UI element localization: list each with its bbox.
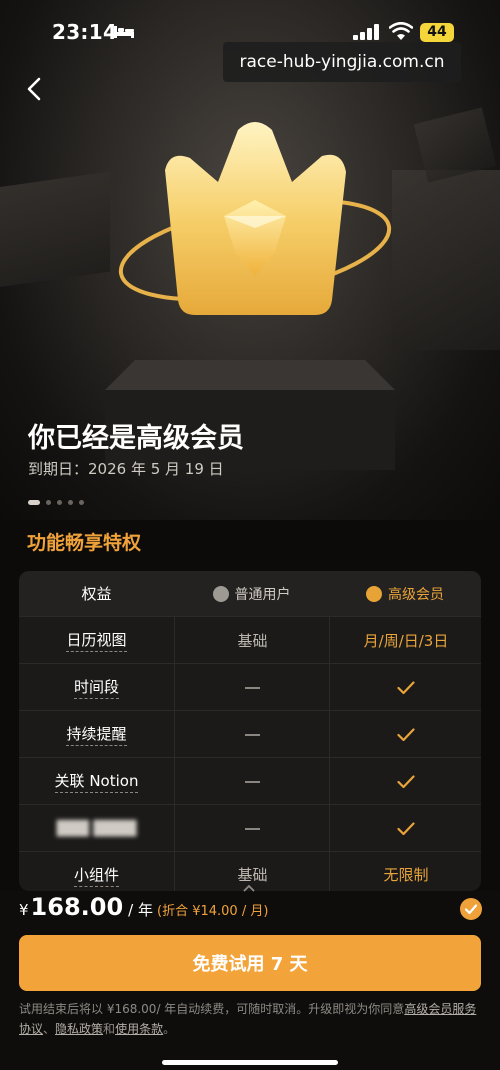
terms-of-use-link[interactable]: 使用条款 xyxy=(115,1022,163,1036)
free-cell xyxy=(174,664,330,711)
expire-date: 到期日：2026 年 5 月 19 日 xyxy=(28,460,224,478)
watermark-label: race-hub-yingjia.com.cn xyxy=(223,42,461,82)
feature-label-blurred[interactable]: ███ ████ xyxy=(57,821,137,837)
price-unit: / 年 xyxy=(128,901,153,919)
carousel-dot[interactable] xyxy=(57,500,62,505)
carousel-dot[interactable] xyxy=(79,500,84,505)
crown-icon xyxy=(118,122,392,315)
wifi-icon xyxy=(389,22,413,40)
premium-cell xyxy=(329,805,481,852)
crown-icon xyxy=(366,585,382,602)
header-feature-label: 权益 xyxy=(81,585,112,603)
signal-icon xyxy=(353,24,379,40)
terms-body: 试用结束后将以 ¥168.00/ 年自动续费，可随时取消。升级即视为你同意 xyxy=(19,1002,405,1016)
price-monthly-note: (折合 ¥14.00 / 月) xyxy=(157,904,269,919)
battery-indicator: 44 xyxy=(420,23,454,42)
feature-cell: 持续提醒 xyxy=(19,711,174,758)
free-cell: 基础 xyxy=(174,617,330,664)
chevron-up-icon[interactable] xyxy=(243,884,255,892)
price-amount: 168.00 xyxy=(30,893,124,921)
check-icon xyxy=(397,727,415,741)
free-cell xyxy=(174,805,330,852)
free-value: 基础 xyxy=(237,632,268,650)
crown-icon xyxy=(212,585,229,602)
back-arrow-icon[interactable] xyxy=(22,74,48,104)
dash-icon xyxy=(245,733,260,736)
table-row: 持续提醒 xyxy=(19,710,481,758)
free-cell xyxy=(174,758,330,805)
terms-end: 。 xyxy=(163,1022,176,1036)
price-currency: ¥ xyxy=(19,901,29,919)
table-row: ███ ████ xyxy=(19,804,481,852)
dash-icon xyxy=(245,827,260,830)
premium-cell: 月/周/日/3日 xyxy=(329,617,481,664)
table-row: 关联 Notion xyxy=(19,757,481,805)
header-premium: 高级会员 xyxy=(329,571,481,616)
feature-cell: 小组件 xyxy=(19,852,174,891)
free-value: 基础 xyxy=(237,866,268,884)
check-icon xyxy=(397,680,415,694)
carousel-dot[interactable] xyxy=(68,500,73,505)
page-title: 你已经是高级会员 xyxy=(28,423,244,454)
premium-cell xyxy=(329,758,481,805)
feature-cell: ███ ████ xyxy=(19,805,174,852)
premium-cell: 无限制 xyxy=(329,852,481,891)
table-header-row: 权益 普通用户 高级会员 xyxy=(19,571,481,616)
carousel-dots xyxy=(28,492,90,505)
premium-value: 月/周/日/3日 xyxy=(363,632,449,650)
header-feature: 权益 xyxy=(19,571,174,616)
feature-cell: 关联 Notion xyxy=(19,758,174,805)
feature-label[interactable]: 时间段 xyxy=(73,676,119,699)
feature-cell: 时间段 xyxy=(19,664,174,711)
privacy-policy-link[interactable]: 隐私政策 xyxy=(55,1022,103,1036)
table-row: 时间段 xyxy=(19,663,481,711)
carousel-dot[interactable] xyxy=(46,500,51,505)
dash-icon xyxy=(245,686,260,689)
table-row: 日历视图 基础 月/周/日/3日 xyxy=(19,616,481,664)
terms-text: 试用结束后将以 ¥168.00/ 年自动续费，可随时取消。升级即视为你同意高级会… xyxy=(19,999,481,1039)
plan-select-toggle[interactable] xyxy=(460,898,482,920)
premium-cell xyxy=(329,664,481,711)
benefits-table: 权益 普通用户 高级会员 日历视图 基础 月/周/日/3日 时间段 持续提醒 关… xyxy=(19,571,481,891)
feature-label[interactable]: 关联 Notion xyxy=(54,770,139,793)
feature-label[interactable]: 持续提醒 xyxy=(66,723,127,746)
feature-label[interactable]: 日历视图 xyxy=(66,629,127,652)
price-row: ¥ 168.00 / 年 (折合 ¥14.00 / 月) xyxy=(19,893,268,921)
status-time: 23:14 xyxy=(52,20,118,44)
header-free: 普通用户 xyxy=(174,571,329,616)
dash-icon xyxy=(245,780,260,783)
terms-sep: 和 xyxy=(103,1022,116,1036)
free-trial-button[interactable]: 免费试用 7 天 xyxy=(19,935,481,991)
decor-box-left xyxy=(0,171,110,289)
premium-cell xyxy=(329,711,481,758)
hero-banner: 23:14 44 race-hub-yingjia.com.cn 你已经是高级会… xyxy=(0,0,500,520)
feature-cell: 日历视图 xyxy=(19,617,174,664)
header-premium-label: 高级会员 xyxy=(388,586,444,603)
home-indicator[interactable] xyxy=(162,1060,338,1065)
feature-label[interactable]: 小组件 xyxy=(73,864,119,887)
header-free-label: 普通用户 xyxy=(234,586,291,603)
free-cell xyxy=(174,711,330,758)
check-icon xyxy=(397,774,415,788)
check-icon xyxy=(397,821,415,835)
section-title: 功能畅享特权 xyxy=(27,532,142,554)
check-icon xyxy=(464,904,478,915)
premium-value: 无限制 xyxy=(383,866,429,884)
terms-sep: 、 xyxy=(43,1022,56,1036)
bed-icon xyxy=(114,26,134,38)
decor-box-right xyxy=(392,170,500,350)
carousel-dot[interactable] xyxy=(28,500,40,505)
